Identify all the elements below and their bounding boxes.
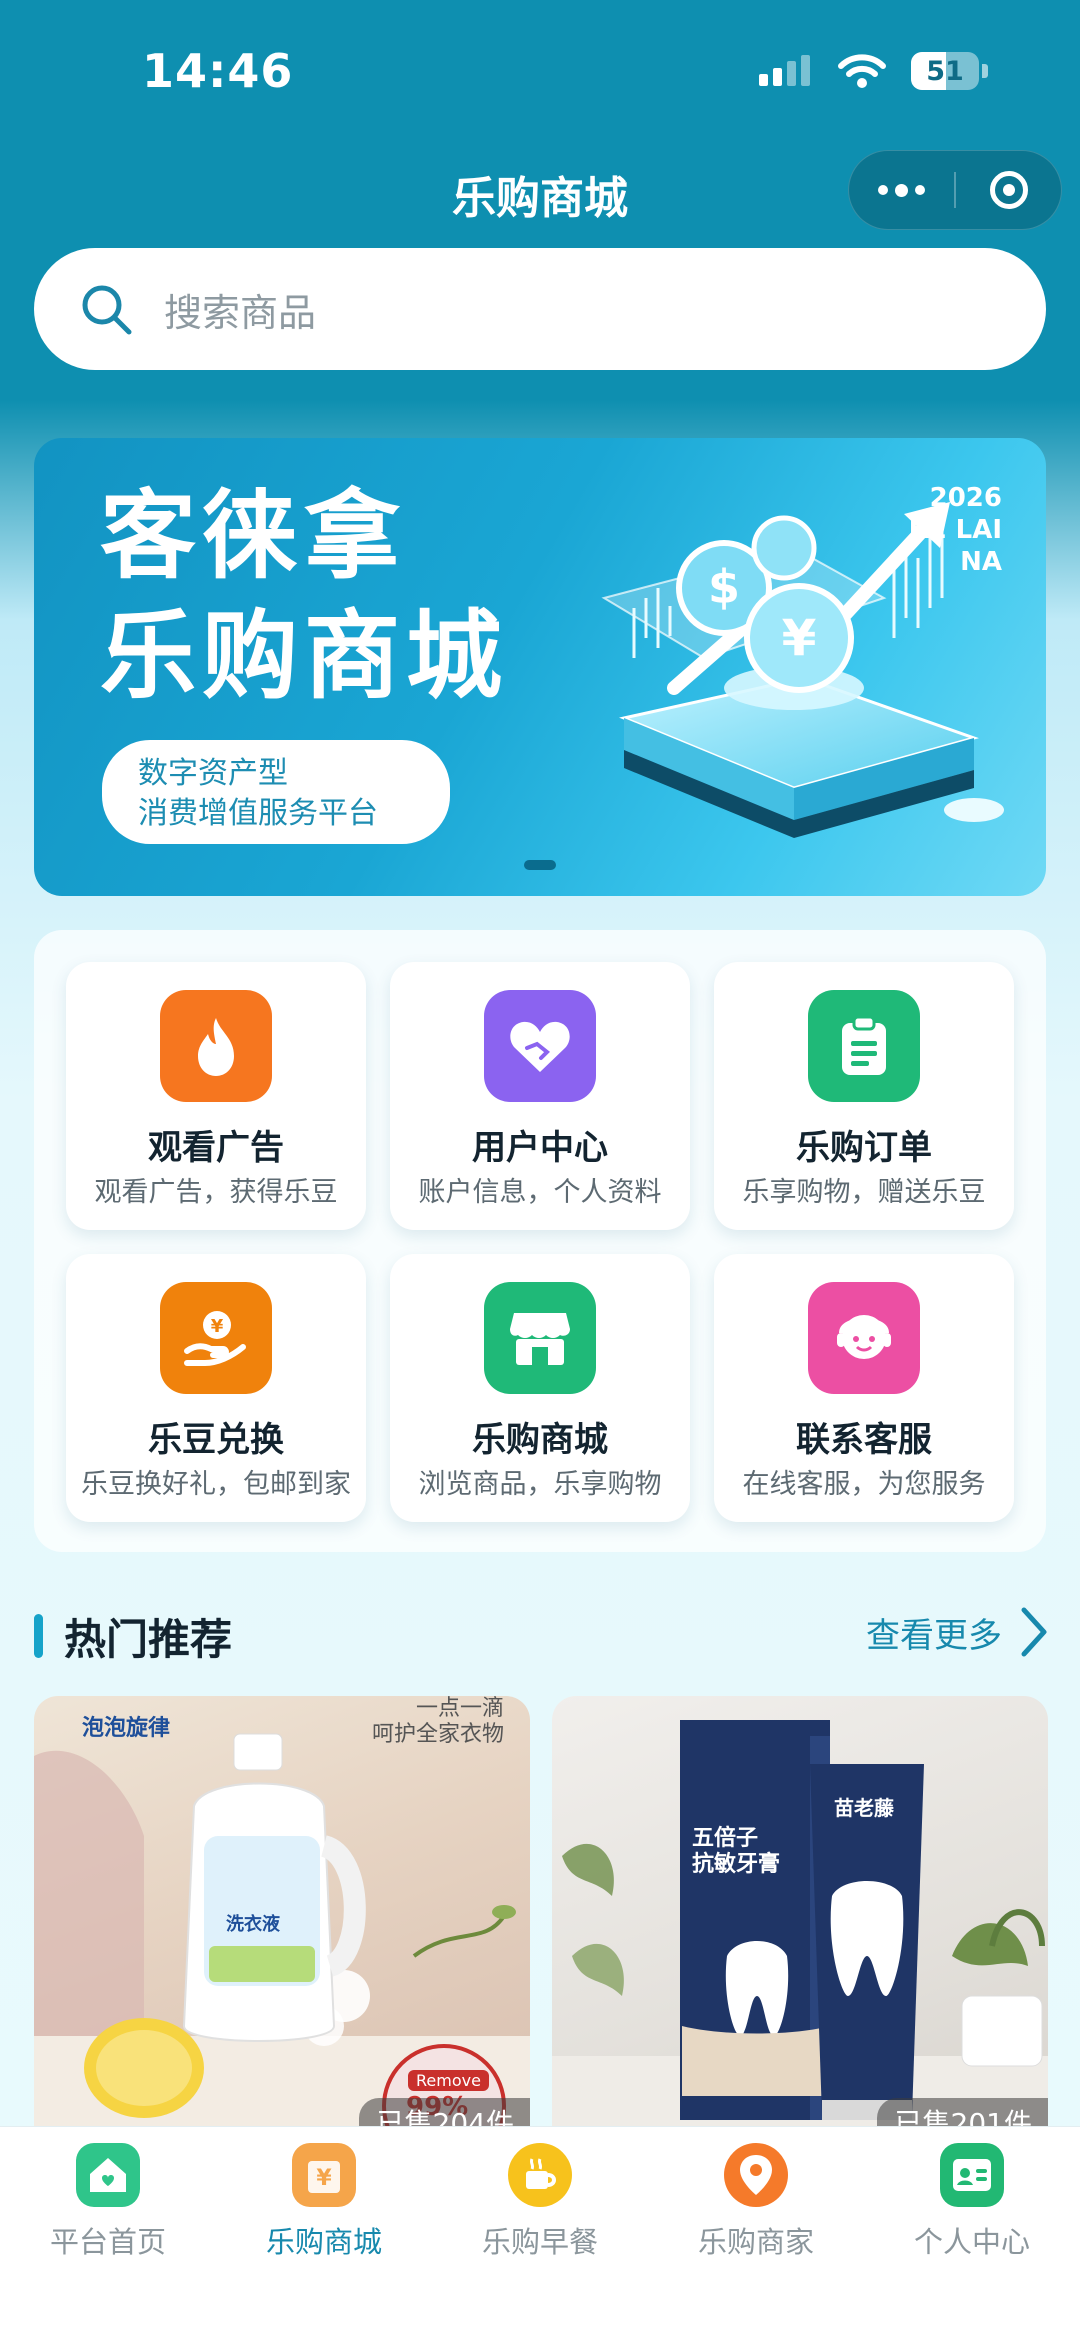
location-pin-icon — [724, 2143, 788, 2207]
search-input[interactable]: 搜索商品 — [164, 282, 316, 337]
menu-title: 用户中心 — [472, 1128, 608, 1168]
menu-title: 观看广告 — [148, 1128, 284, 1168]
status-bar: 14:46 51 — [0, 0, 1080, 140]
menu-desc: 乐享购物，赠送乐豆 — [742, 1177, 986, 1208]
product-image-toothpaste — [552, 1720, 1048, 2126]
mini-program-capsule — [848, 150, 1062, 230]
tab-merchants[interactable]: 乐购商家 — [648, 2143, 864, 2261]
product-badge: Remove — [408, 2070, 489, 2091]
store-icon — [484, 1282, 596, 1394]
tab-mall[interactable]: ¥ 乐购商城 — [216, 2143, 432, 2261]
tab-breakfast[interactable]: 乐购早餐 — [432, 2143, 648, 2261]
svg-text:¥: ¥ — [316, 2166, 332, 2191]
svg-text:¥: ¥ — [211, 1316, 224, 1337]
banner-title-line1: 客徕拿 — [100, 480, 406, 592]
product-brand: 泡泡旋律 — [82, 1716, 171, 1741]
cellular-signal-icon — [759, 55, 810, 86]
section-title: 热门推荐 — [64, 1615, 233, 1664]
tab-label: 乐购商城 — [265, 2225, 382, 2259]
id-card-icon — [940, 2143, 1004, 2207]
menu-title: 乐购订单 — [796, 1128, 932, 1168]
banner-year-brand: 2026 KE LAI NA — [892, 482, 1002, 578]
sold-count: 已售204件 — [358, 2098, 530, 2126]
tab-profile[interactable]: 个人中心 — [864, 2143, 1080, 2261]
battery-icon: 51 — [911, 52, 979, 90]
home-icon — [76, 2143, 140, 2207]
menu-desc: 在线客服，为您服务 — [742, 1469, 986, 1500]
carousel-indicator[interactable] — [524, 860, 556, 870]
battery-level: 51 — [926, 55, 964, 87]
menu-user-center[interactable]: 用户中心 账户信息，个人资料 — [390, 962, 690, 1230]
clipboard-icon — [808, 990, 920, 1102]
view-more-link[interactable]: 查看更多 — [866, 1606, 1048, 1658]
target-icon — [989, 171, 1028, 209]
menu-customer-service[interactable]: 联系客服 在线客服，为您服务 — [714, 1254, 1014, 1522]
tab-label: 平台首页 — [49, 2225, 166, 2259]
flame-icon — [160, 990, 272, 1102]
product-slogan: 呵护全家衣物 — [371, 1722, 504, 1747]
tab-platform-home[interactable]: 平台首页 — [0, 2143, 216, 2261]
menu-mall[interactable]: 乐购商城 浏览商品，乐享购物 — [390, 1254, 690, 1522]
bottom-tab-bar: 平台首页 ¥ 乐购商城 乐购早餐 乐购商家 个人中心 — [0, 2126, 1080, 2341]
banner-tagline: 数字资产型 消费增值服务平台 — [102, 740, 450, 844]
feature-grid: 观看广告 观看广告，获得乐豆 用户中心 账户信息，个人资料 乐购订单 乐享购物，… — [34, 930, 1046, 1552]
menu-title: 乐豆兑换 — [148, 1420, 284, 1460]
svg-text:$: $ — [708, 560, 740, 614]
close-mini-program-button[interactable] — [956, 151, 1061, 229]
menu-desc: 账户信息，个人资料 — [418, 1177, 662, 1208]
promo-banner[interactable]: $ ¥ 客徕拿 乐购商城 数字资产型 消费增值服务平台 2026 KE LAI … — [34, 438, 1046, 896]
coin-hand-icon: ¥ — [160, 1282, 272, 1394]
status-time: 14:46 — [142, 44, 294, 98]
product-card-detergent[interactable]: 泡泡旋律 一点一滴 呵护全家衣物 洗衣液 Remove 99% 已售204件 — [34, 1696, 530, 2126]
tab-label: 乐购商家 — [697, 2225, 814, 2259]
banner-tagline-line1: 数字资产型 — [138, 756, 288, 791]
shop-bag-icon: ¥ — [292, 2143, 356, 2207]
support-agent-icon — [808, 1282, 920, 1394]
sold-count: 已售201件 — [876, 2098, 1048, 2126]
menu-orders[interactable]: 乐购订单 乐享购物，赠送乐豆 — [714, 962, 1014, 1230]
heart-handshake-icon — [484, 990, 596, 1102]
breakfast-icon — [508, 2143, 572, 2207]
tab-label: 个人中心 — [913, 2225, 1030, 2259]
product-brand: 苗老藤 — [834, 1796, 894, 1820]
menu-watch-ads[interactable]: 观看广告 观看广告，获得乐豆 — [66, 962, 366, 1230]
section-accent-bar — [34, 1614, 43, 1658]
menu-title: 联系客服 — [796, 1420, 932, 1460]
menu-desc: 浏览商品，乐享购物 — [418, 1469, 662, 1500]
product-label: 洗衣液 — [226, 1914, 280, 1935]
search-bar[interactable]: 搜索商品 — [34, 248, 1046, 370]
banner-year: 2026 — [929, 483, 1002, 513]
tab-label: 乐购早餐 — [481, 2225, 598, 2259]
search-icon — [82, 285, 132, 335]
svg-text:¥: ¥ — [782, 609, 817, 667]
banner-brand: KE LAI NA — [908, 515, 1002, 577]
banner-tagline-line2: 消费增值服务平台 — [138, 796, 378, 831]
product-card-toothpaste[interactable]: 苗老藤 五倍子 抗敏牙膏 已售201件 — [552, 1696, 1048, 2126]
more-menu-button[interactable] — [849, 151, 954, 229]
menu-desc: 乐豆换好礼，包邮到家 — [81, 1469, 351, 1500]
product-name: 抗敏牙膏 — [692, 1852, 781, 1877]
view-more-label: 查看更多 — [866, 1615, 1002, 1656]
menu-title: 乐购商城 — [472, 1420, 608, 1460]
menu-bean-exchange[interactable]: ¥ 乐豆兑换 乐豆换好礼，包邮到家 — [66, 1254, 366, 1522]
chevron-right-icon — [1021, 1607, 1047, 1657]
menu-desc: 观看广告，获得乐豆 — [94, 1177, 338, 1208]
status-icons: 51 — [757, 52, 988, 90]
banner-title-line2: 乐购商城 — [100, 600, 508, 712]
product-image-detergent — [34, 1733, 530, 2126]
wifi-icon — [838, 54, 886, 88]
